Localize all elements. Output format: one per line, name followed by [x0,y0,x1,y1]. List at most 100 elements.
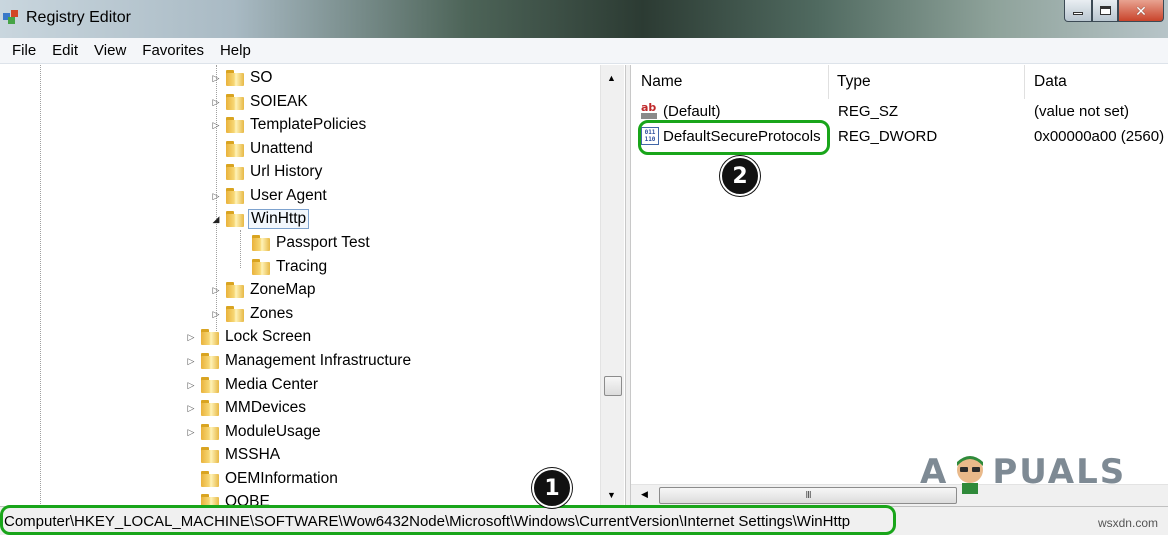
tree-item-label: User Agent [250,187,327,204]
close-button[interactable]: ✕ [1118,0,1164,22]
tree-item-soieak[interactable]: ▷ SOIEAK [210,91,310,113]
tree-item-tracing[interactable]: Tracing [236,256,329,278]
folder-icon [201,377,219,393]
tree-item-lock-screen[interactable]: ▷ Lock Screen [185,326,313,348]
expand-arrow-icon[interactable]: ▷ [210,309,222,320]
tree-item-winhttp[interactable]: ◢ WinHttp [210,208,310,230]
tree-item-templatepolicies[interactable]: ▷ TemplatePolicies [210,114,368,136]
tree-item-so[interactable]: ▷ SO [210,67,274,89]
folder-icon [252,235,270,251]
tree-item-label: Unattend [250,140,313,157]
maximize-button[interactable] [1092,0,1118,22]
tree-item-label: SOIEAK [250,93,308,110]
tree-item-passport-test[interactable]: Passport Test [236,232,372,254]
expand-arrow-icon[interactable]: ▷ [210,120,222,131]
title-bar: Registry Editor ✕ [0,0,1168,38]
tree-item-mmdevices[interactable]: ▷ MMDevices [185,397,308,419]
tree-item-label: MMDevices [225,399,306,416]
window-title: Registry Editor [26,9,131,26]
tree-item-label: WinHttp [248,209,310,229]
tree-item-label: Tracing [276,258,328,275]
tree-item-label: TemplatePolicies [250,116,367,133]
tree-vertical-scrollbar[interactable]: ▲ ▼ [600,65,624,506]
menu-view[interactable]: View [86,42,134,59]
tree-item-url-history[interactable]: Url History [210,161,324,183]
folder-icon [201,329,219,345]
folder-icon [226,141,244,157]
scroll-thumb[interactable]: III [659,487,957,504]
string-value-icon: ab [641,101,659,120]
menu-favorites[interactable]: Favorites [134,42,212,59]
minimize-icon [1073,12,1083,15]
key-tree-pane[interactable]: ▷ SO ▷ SOIEAK ▷ TemplatePolicies Unatten… [0,65,625,506]
value-data: (value not set) [1034,102,1130,120]
expand-arrow-icon[interactable]: ▷ [210,73,222,84]
tree-item-zonemap[interactable]: ▷ ZoneMap [210,279,317,301]
folder-icon [226,164,244,180]
value-type: REG_DWORD [838,127,938,145]
step-2-badge: 2 [720,156,760,196]
menu-file[interactable]: File [4,42,44,59]
watermark-letter-a: A [920,452,949,492]
highlight-box-path [0,505,896,535]
folder-icon [201,424,219,440]
collapse-arrow-icon[interactable]: ◢ [210,214,222,225]
tree-item-zones[interactable]: ▷ Zones [210,303,295,325]
tree-item-moduleusage[interactable]: ▷ ModuleUsage [185,421,323,443]
expand-arrow-icon[interactable]: ▷ [185,403,197,414]
expand-arrow-icon[interactable]: ▷ [210,97,222,108]
menu-help[interactable]: Help [212,42,259,59]
column-header-type[interactable]: Type [837,65,871,99]
highlight-box-value [638,120,830,155]
mascot-icon [957,456,984,494]
tree-item-oeminformation[interactable]: OEMInformation [185,468,340,490]
folder-icon [201,447,219,463]
tree-item-media-center[interactable]: ▷ Media Center [185,374,320,396]
value-name: (Default) [663,102,721,120]
expand-arrow-icon[interactable]: ▷ [185,380,197,391]
scroll-left-arrow-icon[interactable]: ◀ [641,489,648,500]
folder-open-icon [226,211,244,227]
expand-arrow-icon[interactable]: ▷ [210,285,222,296]
expand-arrow-icon[interactable]: ▷ [210,191,222,202]
folder-icon [201,353,219,369]
scroll-grip-icon: III [805,490,811,501]
folder-icon [201,471,219,487]
expand-arrow-icon[interactable]: ▷ [185,332,197,343]
folder-icon [201,400,219,416]
column-header-name[interactable]: Name [641,65,682,99]
tree-item-user-agent[interactable]: ▷ User Agent [210,185,329,207]
menu-edit[interactable]: Edit [44,42,86,59]
menu-bar: File Edit View Favorites Help [0,38,1168,64]
expand-arrow-icon[interactable]: ▷ [185,356,197,367]
tree-item-label: OEMInformation [225,470,338,487]
tree-item-label: Zones [250,305,294,322]
folder-icon [226,70,244,86]
column-divider[interactable] [828,65,829,99]
tree-item-label: ModuleUsage [225,423,321,440]
column-header-data[interactable]: Data [1034,65,1067,99]
tree-item-unattend[interactable]: Unattend [210,138,315,160]
folder-icon [226,188,244,204]
tree-item-mssha[interactable]: MSSHA [185,444,282,466]
folder-icon [252,259,270,275]
tree-item-management-infrastructure[interactable]: ▷ Management Infrastructure [185,350,413,372]
tree-item-label: Lock Screen [225,328,312,345]
minimize-button[interactable] [1064,0,1092,22]
column-divider[interactable] [1024,65,1025,99]
scroll-thumb[interactable] [604,376,622,396]
folder-icon [226,282,244,298]
value-type: REG_SZ [838,102,899,120]
site-watermark: wsxdn.com [1097,516,1158,530]
scroll-down-arrow-icon[interactable]: ▼ [607,490,616,500]
watermark-text: PUALS [992,452,1127,492]
expand-arrow-icon[interactable]: ▷ [185,427,197,438]
tree-item-label: MSSHA [225,446,281,463]
tree-item-oobe[interactable]: OOBE [185,491,272,506]
tree-item-label: SO [250,69,273,86]
appuals-watermark: A PUALS [920,446,1140,498]
step-1-badge: 1 [532,468,572,508]
folder-icon [226,94,244,110]
scroll-up-arrow-icon[interactable]: ▲ [607,73,616,83]
folder-icon [226,117,244,133]
